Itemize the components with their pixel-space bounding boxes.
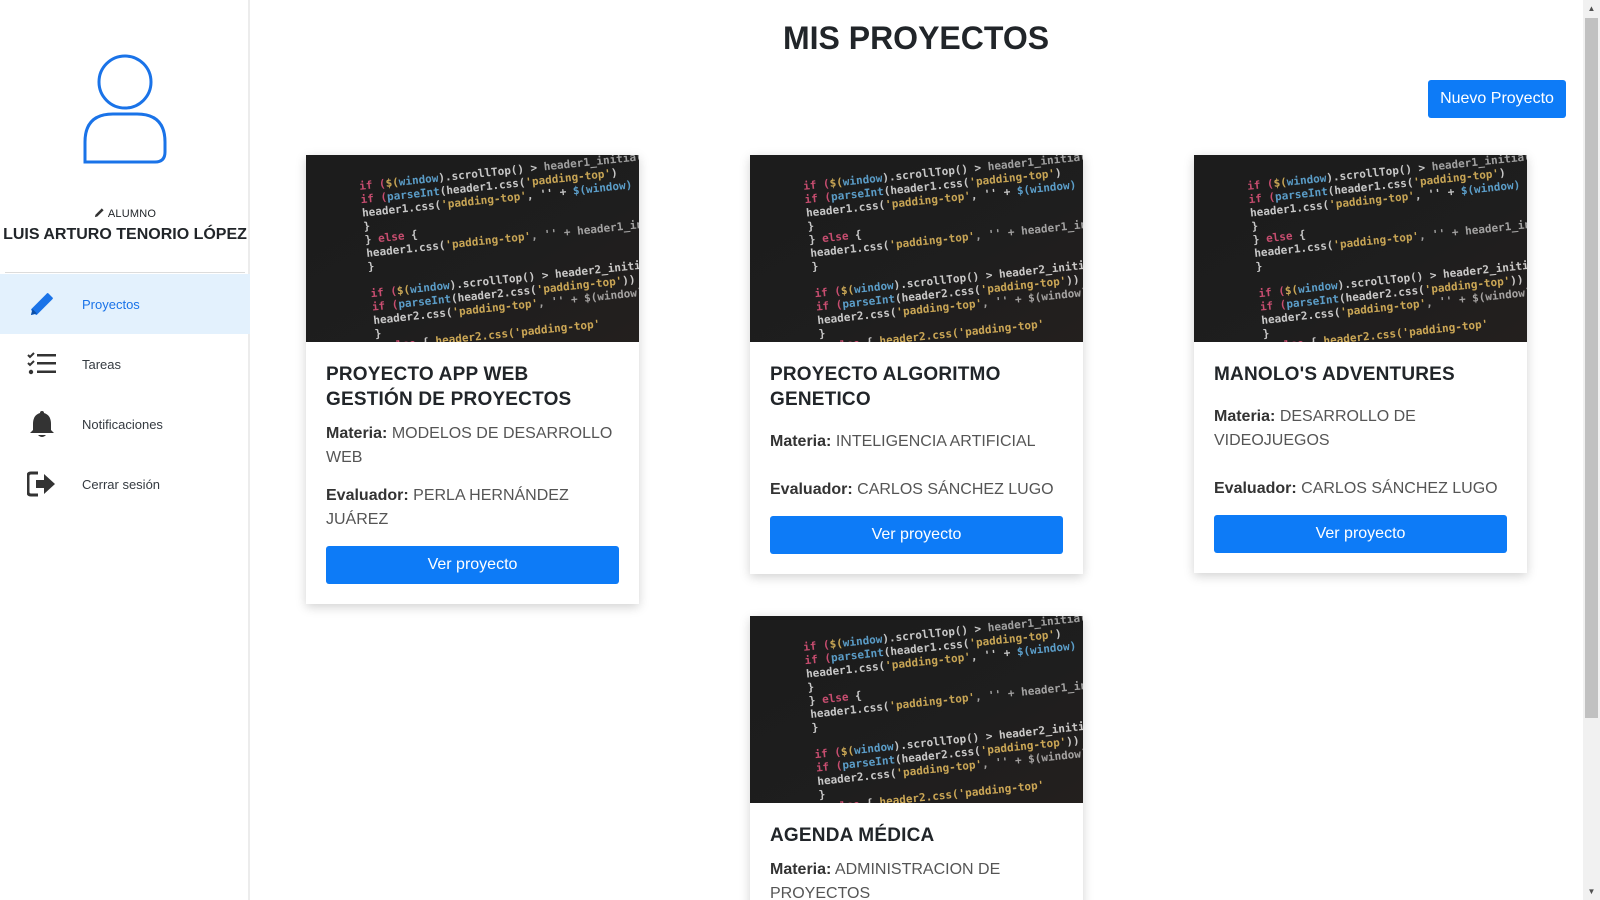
evaluador-value: CARLOS SÁNCHEZ LUGO [1301, 480, 1498, 497]
project-card: if ($(window).scrollTop() > header1_init… [306, 155, 639, 604]
scroll-down-icon[interactable]: ▼ [1583, 883, 1600, 900]
sidebar-item-cerrar-sesion[interactable]: Cerrar sesión [0, 454, 250, 514]
pencil-ruler-icon [26, 288, 58, 320]
project-title: PROYECTO ALGORITMO GENETICO [770, 364, 1001, 410]
project-materia: Materia: INTELIGENCIA ARTIFICIAL [770, 430, 1063, 454]
project-title: PROYECTO APP WEB GESTIÓN DE PROYECTOS [326, 364, 572, 410]
evaluador-label: Evaluador: [770, 481, 853, 498]
evaluador-label: Evaluador: [326, 487, 409, 504]
bell-icon [26, 408, 58, 440]
project-thumbnail: if ($(window).scrollTop() > header1_init… [750, 155, 1083, 342]
project-thumbnail: if ($(window).scrollTop() > header1_init… [750, 616, 1083, 803]
task-list-icon [26, 348, 58, 380]
project-card: if ($(window).scrollTop() > header1_init… [750, 616, 1083, 900]
view-project-button[interactable]: Ver proyecto [1214, 515, 1507, 553]
scroll-thumb[interactable] [1585, 18, 1598, 718]
project-evaluador: Evaluador: CARLOS SÁNCHEZ LUGO [1214, 477, 1507, 501]
sidebar-nav: Proyectos Tareas Notificaciones Cerrar s… [0, 274, 250, 514]
sidebar-item-notificaciones[interactable]: Notificaciones [0, 394, 250, 454]
evaluador-value: CARLOS SÁNCHEZ LUGO [857, 481, 1054, 498]
user-role: ALUMNO [0, 207, 250, 220]
project-card: if ($(window).scrollTop() > header1_init… [1194, 155, 1527, 573]
project-materia: Materia: MODELOS DE DESARROLLO WEB [326, 422, 619, 470]
view-project-button[interactable]: Ver proyecto [770, 516, 1063, 554]
scroll-up-icon[interactable]: ▲ [1583, 0, 1600, 17]
sidebar-item-label: Notificaciones [82, 416, 163, 432]
sidebar-item-proyectos[interactable]: Proyectos [0, 274, 250, 334]
sidebar-item-label: Proyectos [82, 296, 140, 312]
materia-label: Materia: [326, 425, 388, 442]
sidebar-divider [5, 272, 245, 273]
project-evaluador: Evaluador: PERLA HERNÁNDEZ JUÁREZ [326, 484, 619, 532]
view-project-button[interactable]: Ver proyecto [326, 546, 619, 584]
sidebar-item-tareas[interactable]: Tareas [0, 334, 250, 394]
materia-label: Materia: [770, 433, 832, 450]
user-role-label: ALUMNO [107, 208, 157, 220]
sidebar-item-label: Cerrar sesión [82, 476, 161, 492]
user-name: LUIS ARTURO TENORIO LÓPEZ [3, 226, 247, 243]
project-materia: Materia: ADMINISTRACION DE PROYECTOS [770, 858, 1063, 900]
user-avatar-icon [83, 54, 167, 164]
project-title: MANOLO'S ADVENTURES [1214, 364, 1455, 385]
pencil-icon [94, 208, 104, 218]
evaluador-label: Evaluador: [1214, 480, 1297, 497]
project-title: AGENDA MÉDICA [770, 825, 935, 846]
project-card: if ($(window).scrollTop() > header1_init… [750, 155, 1083, 574]
materia-label: Materia: [770, 861, 832, 878]
sidebar: ALUMNO LUIS ARTURO TENORIO LÓPEZ Proyect… [0, 0, 250, 900]
new-project-button[interactable]: Nuevo Proyecto [1428, 80, 1566, 118]
sign-out-icon [26, 468, 58, 500]
project-thumbnail: if ($(window).scrollTop() > header1_init… [306, 155, 639, 342]
page-title: MIS PROYECTOS [782, 20, 1050, 56]
materia-label: Materia: [1214, 408, 1276, 425]
project-materia: Materia: DESARROLLO DE VIDEOJUEGOS [1214, 405, 1507, 453]
page-scrollbar[interactable]: ▲ ▼ [1583, 0, 1600, 900]
project-thumbnail: if ($(window).scrollTop() > header1_init… [1194, 155, 1527, 342]
sidebar-item-label: Tareas [82, 356, 122, 372]
project-evaluador: Evaluador: CARLOS SÁNCHEZ LUGO [770, 478, 1063, 502]
materia-value: INTELIGENCIA ARTIFICIAL [835, 433, 1036, 450]
